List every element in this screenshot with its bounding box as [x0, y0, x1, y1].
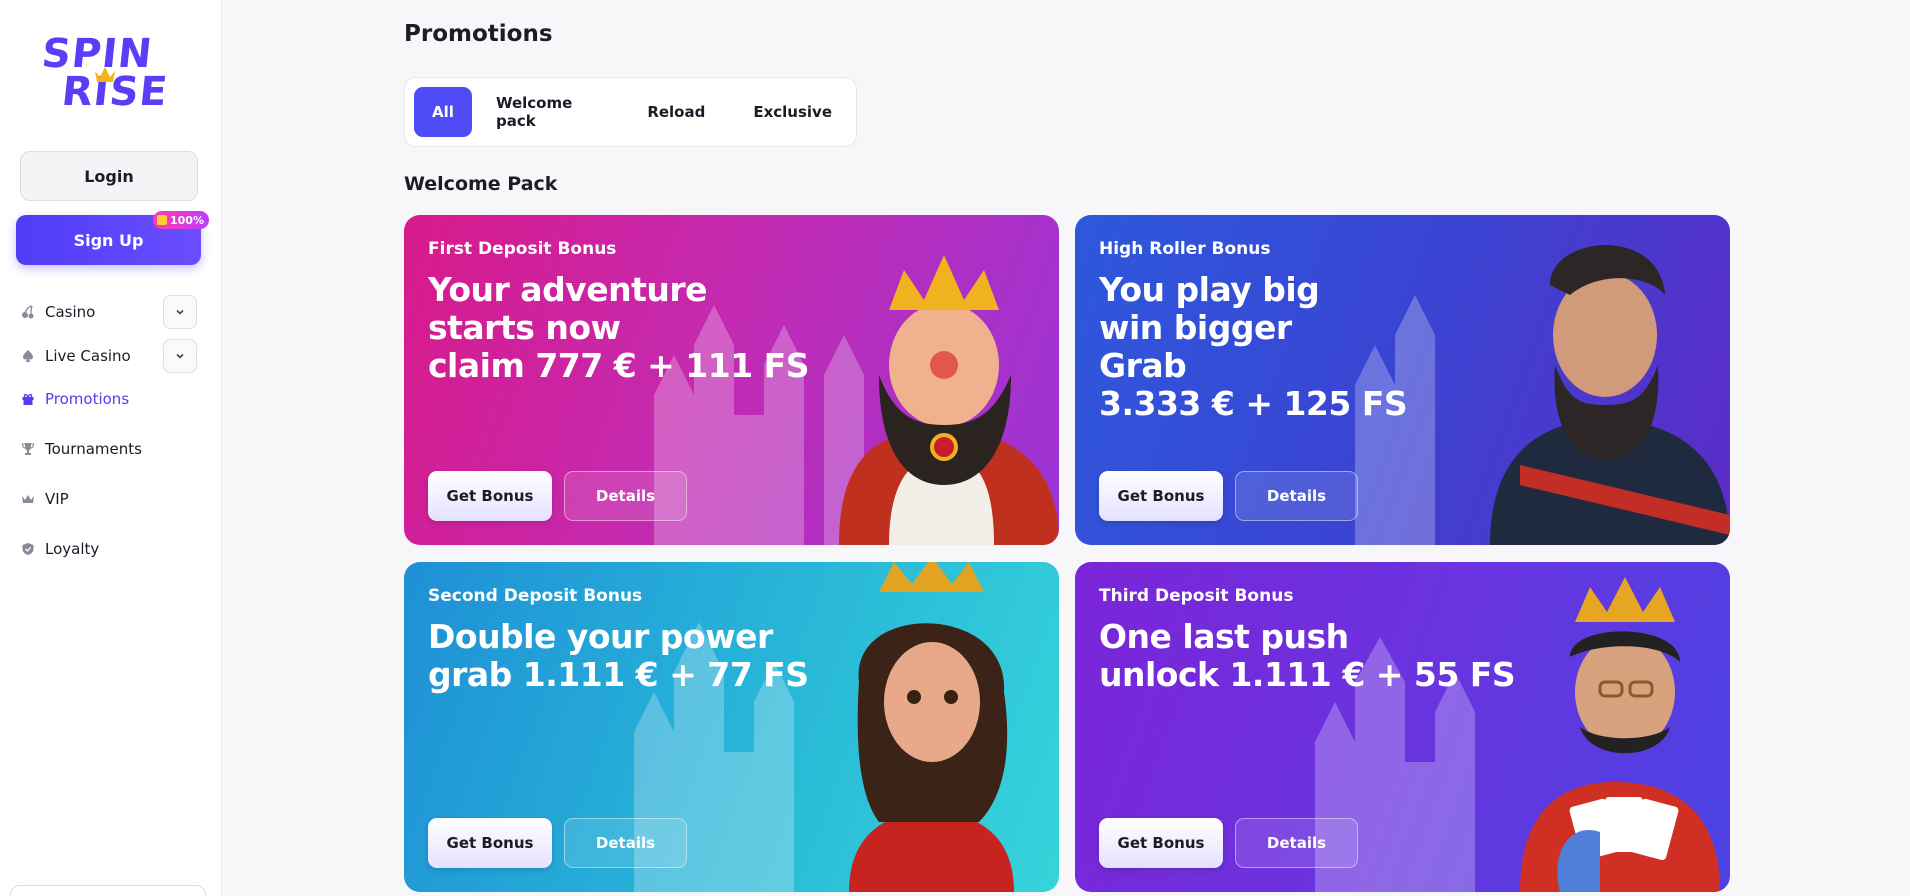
details-button[interactable]: Details: [564, 818, 687, 868]
promo-card-high-roller: High Roller Bonus You play big win bigge…: [1075, 215, 1730, 545]
signup-badge-text: 100%: [170, 213, 204, 227]
card-headline: Double your power grab 1.111 € + 77 FS: [428, 617, 809, 694]
sidebar-item-tournaments[interactable]: Tournaments: [20, 434, 142, 464]
sidebar-item-label: Live Casino: [45, 347, 131, 365]
sidebar-item-live-casino[interactable]: Live Casino: [20, 341, 131, 371]
trophy-icon: [20, 441, 36, 457]
get-bonus-button[interactable]: Get Bonus: [1099, 471, 1223, 521]
get-bonus-button[interactable]: Get Bonus: [428, 818, 552, 868]
queen-character-illustration: [849, 562, 1014, 892]
card-eyebrow: First Deposit Bonus: [428, 239, 617, 259]
sidebar-item-label: Promotions: [45, 390, 130, 408]
card-headline: You play big win bigger Grab 3.333 € + 1…: [1099, 270, 1408, 423]
card-eyebrow: Second Deposit Bonus: [428, 586, 643, 606]
section-title: Welcome Pack: [404, 173, 558, 195]
card-king-character-illustration: [1520, 577, 1720, 892]
gift-icon: [157, 215, 167, 225]
tab-reload[interactable]: Reload: [623, 87, 729, 137]
sidebar-item-vip[interactable]: VIP: [20, 484, 69, 514]
sidebar-item-casino[interactable]: Casino: [20, 297, 95, 327]
details-button[interactable]: Details: [1235, 818, 1358, 868]
promo-card-second-deposit: Second Deposit Bonus Double your power g…: [404, 562, 1059, 892]
sidebar-bottom-panel[interactable]: [10, 885, 206, 896]
sidebar-item-label: Casino: [45, 303, 96, 321]
live-casino-expand-button[interactable]: [163, 339, 197, 373]
crown-icon: [20, 491, 36, 507]
shield-icon: [20, 541, 36, 557]
tab-welcome-pack[interactable]: Welcome pack: [472, 87, 623, 137]
tab-all[interactable]: All: [414, 87, 472, 137]
details-button[interactable]: Details: [564, 471, 687, 521]
spinrise-logo[interactable]: SPIN RISE: [40, 31, 180, 115]
cherries-icon: [20, 304, 36, 320]
casino-expand-button[interactable]: [163, 295, 197, 329]
sidebar-item-promotions[interactable]: Promotions: [20, 384, 129, 414]
captain-character-illustration: [1490, 245, 1730, 545]
spade-icon: [20, 348, 36, 364]
sidebar-item-label: VIP: [45, 490, 69, 508]
promo-card-third-deposit: Third Deposit Bonus One last push unlock…: [1075, 562, 1730, 892]
sidebar: SPIN RISE Login Sign Up 100% Casino Live…: [0, 0, 222, 896]
chevron-down-icon: [176, 309, 184, 315]
signup-bonus-badge: 100%: [153, 211, 209, 229]
sidebar-item-label: Tournaments: [45, 440, 142, 458]
tab-exclusive[interactable]: Exclusive: [729, 87, 856, 137]
promo-card-first-deposit: First Deposit Bonus Your adventure start…: [404, 215, 1059, 545]
login-button[interactable]: Login: [20, 151, 198, 201]
card-eyebrow: High Roller Bonus: [1099, 239, 1271, 259]
card-headline: Your adventure starts now claim 777 € + …: [428, 270, 809, 385]
get-bonus-button[interactable]: Get Bonus: [1099, 818, 1223, 868]
page-title: Promotions: [404, 21, 553, 47]
sidebar-item-label: Loyalty: [45, 540, 100, 558]
sidebar-item-loyalty[interactable]: Loyalty: [20, 534, 99, 564]
promotion-filter-tabs: All Welcome pack Reload Exclusive: [404, 77, 857, 147]
chevron-down-icon: [176, 353, 184, 359]
card-headline: One last push unlock 1.111 € + 55 FS: [1099, 617, 1516, 694]
card-eyebrow: Third Deposit Bonus: [1099, 586, 1294, 606]
logo-crown-icon: [95, 67, 115, 82]
details-button[interactable]: Details: [1235, 471, 1358, 521]
gift-icon: [20, 391, 36, 407]
get-bonus-button[interactable]: Get Bonus: [428, 471, 552, 521]
